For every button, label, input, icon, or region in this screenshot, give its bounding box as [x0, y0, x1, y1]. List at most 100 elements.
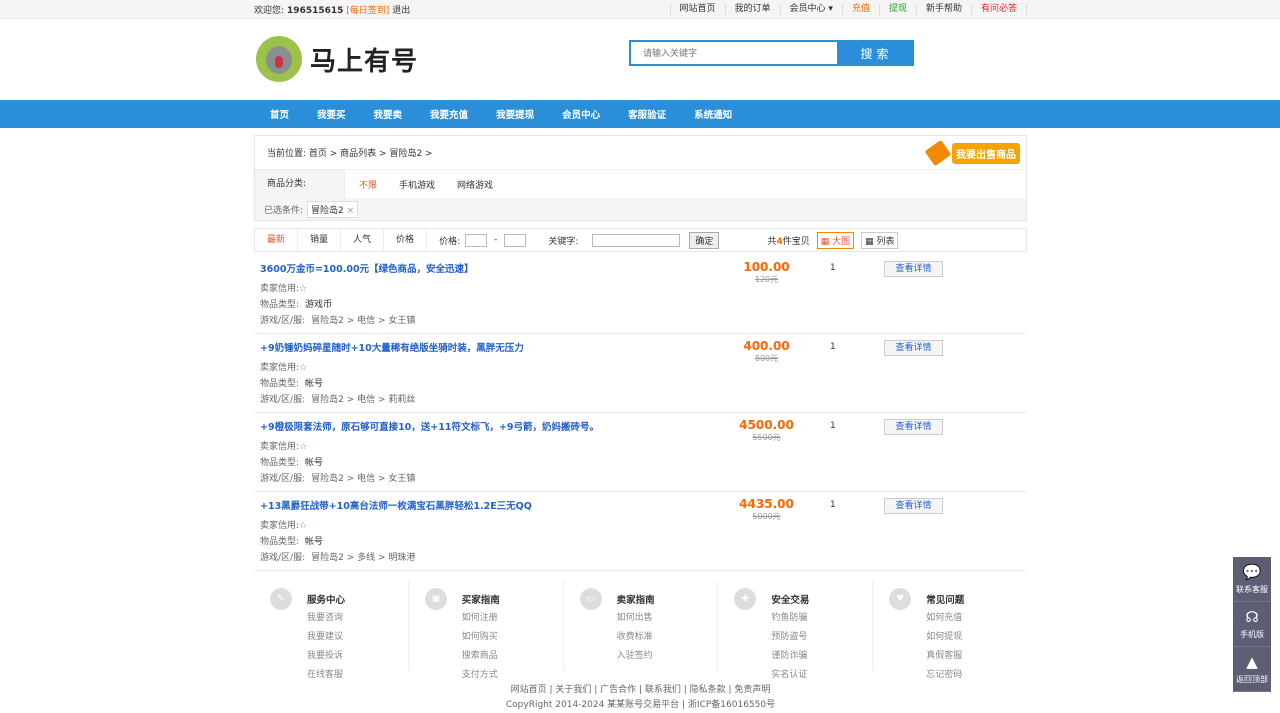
daily-signin-link[interactable]: [每日签到]: [346, 6, 389, 16]
chosen-tag[interactable]: 冒险岛2 ×: [307, 201, 358, 218]
footer-link[interactable]: 搜索商品: [462, 648, 500, 661]
nav-item[interactable]: 我要买: [317, 107, 346, 121]
footer-link[interactable]: 预防盗号: [771, 629, 809, 642]
sell-goods-button[interactable]: 我要出售商品: [952, 143, 1020, 164]
footer-link[interactable]: 如何提现: [926, 629, 964, 642]
top-link[interactable]: 新手帮助: [916, 4, 971, 15]
top-link[interactable]: 有问必答: [971, 4, 1027, 15]
view-big-button[interactable]: ▦ 大图: [817, 232, 854, 249]
breadcrumb: 当前位置: 首页 > 商品列表 > 冒险岛2 > 我要出售商品: [255, 136, 1026, 169]
footer-link[interactable]: 如何购买: [462, 629, 500, 642]
price: 100.00120元: [724, 260, 809, 285]
sort-tab[interactable]: 人气: [341, 229, 384, 251]
top-link[interactable]: 网站首页: [670, 4, 725, 15]
view-list-button[interactable]: ▦ 列表: [861, 232, 898, 249]
footer-link[interactable]: 如何充值: [926, 610, 964, 623]
type-value: 帐号: [305, 458, 323, 468]
footer-column: ♥常见问题如何充值如何提现真假客服忘记密码: [873, 581, 1027, 671]
price-dash: -: [494, 235, 497, 245]
type-row: 物品类型:帐号: [260, 534, 1027, 544]
nav-item[interactable]: 首页: [270, 107, 289, 121]
footer-link[interactable]: 我要建议: [307, 629, 345, 642]
list-item: +13黑爵狂战带+10高台法师一枚满宝石黑胖轻松1.2E三无QQ卖家信用:☆物品…: [254, 492, 1027, 571]
credit-label: 卖家信用:: [260, 521, 299, 531]
sort-tab[interactable]: 最新: [255, 229, 298, 251]
side-button[interactable]: ▲返回顶部: [1233, 647, 1271, 692]
side-button-label: 返回顶部: [1236, 675, 1268, 684]
nav-item[interactable]: 客服验证: [628, 107, 666, 121]
confirm-button[interactable]: 确定: [689, 232, 719, 249]
category-option[interactable]: 手机游戏: [399, 181, 435, 191]
view-detail-button[interactable]: 查看详情: [884, 340, 943, 356]
top-bar: 欢迎您:196515615 [每日签到] 退出 网站首页我的订单会员中心 ▾充值…: [0, 0, 1280, 19]
nav-item[interactable]: 我要卖: [374, 107, 403, 121]
footer-link[interactable]: 如何出售: [617, 610, 655, 623]
credit-label: 卖家信用:: [260, 442, 299, 452]
footer-link[interactable]: 谨防诈骗: [771, 648, 809, 661]
footer-link[interactable]: 入驻签约: [617, 648, 655, 661]
type-value: 帐号: [305, 379, 323, 389]
keyword-input[interactable]: [592, 234, 680, 247]
top-link[interactable]: 我的订单: [725, 4, 780, 15]
type-value: 帐号: [305, 537, 323, 547]
site-logo[interactable]: 马上有号: [256, 36, 418, 82]
credit-row: 卖家信用:☆: [260, 439, 1027, 449]
server-value: 冒险岛2 > 多线 > 明珠港: [311, 553, 415, 563]
type-value: 游戏币: [305, 300, 332, 310]
nav-item[interactable]: 我要充值: [430, 107, 468, 121]
top-link[interactable]: 会员中心 ▾: [780, 4, 842, 15]
current-price: 100.00: [724, 260, 809, 274]
price: 4435.005000元: [724, 497, 809, 522]
side-button-label: 手机版: [1240, 630, 1264, 639]
footer-column-title: 买家指南: [462, 592, 500, 606]
footer-link[interactable]: 在线客服: [307, 667, 345, 680]
nav-item[interactable]: 我要提现: [496, 107, 534, 121]
nav-item[interactable]: 会员中心: [562, 107, 600, 121]
footer-link[interactable]: 支付方式: [462, 667, 500, 680]
sort-tab[interactable]: 销量: [298, 229, 341, 251]
footer-link[interactable]: 我要咨询: [307, 610, 345, 623]
price-max-input[interactable]: [504, 234, 526, 247]
server-row: 游戏/区/服:冒险岛2 > 电信 > 女王镇: [260, 471, 1027, 481]
side-button[interactable]: 💬联系客服: [1233, 557, 1271, 602]
category-option[interactable]: 不限: [359, 181, 377, 191]
quantity: 1: [830, 421, 836, 431]
footer-link[interactable]: 如何注册: [462, 610, 500, 623]
tag-icon: [925, 140, 952, 166]
view-detail-button[interactable]: 查看详情: [884, 498, 943, 514]
footer-links[interactable]: 网站首页 | 关于我们 | 广告合作 | 联系我们 | 隐私条款 | 免责声明: [254, 683, 1027, 698]
quantity: 1: [830, 500, 836, 510]
side-button-icon: 💬: [1233, 563, 1271, 581]
search-input[interactable]: [629, 40, 839, 66]
footer-link[interactable]: 我要投诉: [307, 648, 345, 661]
footer-link[interactable]: 钓鱼防骗: [771, 610, 809, 623]
koala-logo-icon: [256, 36, 302, 82]
breadcrumb-path[interactable]: 首页 > 商品列表 > 冒险岛2 >: [309, 146, 433, 159]
quantity: 1: [830, 263, 836, 273]
search-button[interactable]: 搜索: [839, 40, 914, 66]
type-row: 物品类型:帐号: [260, 376, 1027, 386]
original-price: 5000元: [752, 512, 780, 521]
remove-icon[interactable]: ×: [347, 206, 355, 216]
price-min-input[interactable]: [465, 234, 487, 247]
top-link[interactable]: 充值: [842, 4, 879, 15]
logout-link[interactable]: 退出: [392, 6, 410, 16]
footer-link[interactable]: 真假客服: [926, 648, 964, 661]
top-link[interactable]: 提现: [879, 4, 916, 15]
keyword-label: 关键字:: [548, 234, 578, 247]
side-button[interactable]: ☊手机版: [1233, 602, 1271, 647]
sort-tab[interactable]: 价格: [384, 229, 427, 251]
view-detail-button[interactable]: 查看详情: [884, 261, 943, 277]
price: 400.00800元: [724, 339, 809, 364]
list-item: +9奶锤奶妈碎星随时+10大量稀有绝版坐骑时装，黑胖无压力卖家信用:☆物品类型:…: [254, 334, 1027, 413]
credit-label: 卖家信用:: [260, 284, 299, 294]
footer-link[interactable]: 实名认证: [771, 667, 809, 680]
footer-link[interactable]: 收费标准: [617, 629, 655, 642]
server-value: 冒险岛2 > 电信 > 女王镇: [311, 474, 415, 484]
footer-column: ✎服务中心我要咨询我要建议我要投诉在线客服: [254, 581, 409, 671]
category-option[interactable]: 网络游戏: [457, 181, 493, 191]
footer-link[interactable]: 忘记密码: [926, 667, 964, 680]
view-detail-button[interactable]: 查看详情: [884, 419, 943, 435]
nav-item[interactable]: 系统通知: [694, 107, 732, 121]
footer-column-icon: ✎: [270, 588, 292, 610]
